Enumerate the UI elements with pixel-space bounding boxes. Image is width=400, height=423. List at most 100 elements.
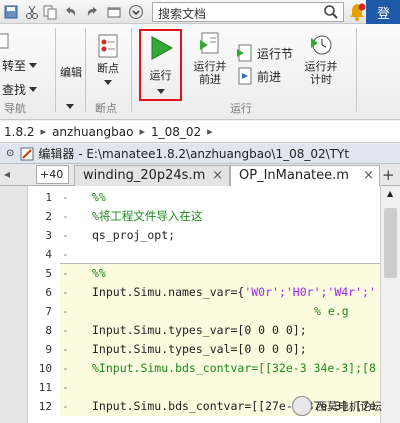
group-divider [131, 28, 132, 112]
run-time-label-line2: 计时 [310, 73, 332, 86]
breakpoint-dash[interactable]: - [62, 207, 69, 226]
breakpoints-dropdown-icon [104, 80, 112, 85]
notification-bell-icon[interactable] [348, 2, 366, 22]
breadcrumb-segment[interactable]: 1.8.2 [0, 125, 39, 139]
tab-winding[interactable]: winding_20p24s.m × [74, 165, 230, 186]
collapse-icon[interactable]: ⊙ [0, 148, 20, 159]
code-text: %% [92, 266, 106, 280]
run-and-advance-button[interactable]: 运行并 前进 [190, 32, 230, 86]
code-line[interactable]: 6- Input.Simu.names_var={'W0r';'H0r';'W4r… [28, 283, 380, 302]
run-section-label: 运行节 [257, 46, 294, 61]
find-dropdown-icon [29, 87, 38, 92]
breakpoint-dash[interactable]: - [62, 264, 69, 283]
group-divider [356, 28, 357, 112]
zoom-field[interactable]: +40 [36, 165, 69, 191]
code-text: %Input.Simu.bds_contvar=[[32e-3 34e-3];[… [92, 361, 376, 375]
editor-title: 编辑器 - E:\manatee1.8.2\anzhuangbao\1_08_0… [38, 147, 350, 161]
goto-button[interactable]: 转至 [2, 57, 38, 74]
switch-windows-icon[interactable] [106, 4, 122, 20]
code-text: Input.Simu.names_var={'W0r';'H0r';'W4r';… [92, 285, 376, 299]
editor-title-bar: ⊙ 编辑器 - E:\manatee1.8.2\anzhuangbao\1_08… [0, 144, 400, 164]
login-button[interactable]: 登录 [366, 0, 400, 41]
copy-icon[interactable] [42, 4, 58, 20]
breakpoint-dash[interactable]: - [62, 340, 69, 359]
close-icon[interactable]: × [363, 168, 374, 183]
line-number: 4 [45, 248, 52, 261]
run-and-time-icon [311, 35, 332, 55]
cut-icon[interactable] [24, 4, 40, 20]
run-button[interactable]: 运行 [139, 29, 182, 101]
breakpoint-dash[interactable]: - [62, 378, 69, 397]
search-icon[interactable] [323, 4, 339, 20]
code-text: Input.Simu.types_var=[0 0 0 0]; [92, 323, 307, 337]
breakpoint-dash[interactable]: - [62, 321, 69, 340]
new-tab-icon[interactable]: + [382, 166, 395, 184]
save-icon[interactable] [3, 4, 19, 20]
line-number-gutter [0, 186, 28, 423]
help-dropdown-icon[interactable] [128, 4, 144, 20]
code-line[interactable]: 8- Input.Simu.types_var=[0 0 0 0]; [28, 321, 380, 340]
redo-icon[interactable] [85, 4, 101, 20]
breakpoints-button[interactable]: 断点 [88, 34, 128, 88]
breakpoint-dash[interactable]: - [62, 359, 69, 378]
breakpoint-dash[interactable]: - [62, 226, 69, 245]
line-number: 9 [45, 343, 52, 356]
advance-icon [238, 67, 252, 85]
code-line[interactable]: 1-%% [28, 188, 380, 207]
code-editor[interactable]: 1-%% 2- %将工程文件导入在这 3- qs_proj_opt; 4-5-%% 6- In… [0, 186, 400, 423]
breadcrumb-segment[interactable]: anzhuangbao [48, 125, 137, 139]
line-number: 8 [45, 324, 52, 337]
code-line[interactable]: 7- % e.g [28, 302, 380, 321]
scrollbar-thumb[interactable] [384, 208, 397, 278]
breakpoint-dash[interactable]: - [62, 397, 69, 416]
run-time-label-line1: 运行并 [304, 60, 338, 73]
code-line[interactable]: 9- Input.Simu.types_val=[0 0 0 0]; [28, 340, 380, 359]
edit-button[interactable]: 编辑 [58, 66, 84, 79]
breakpoint-dash[interactable]: - [62, 302, 69, 321]
line-number: 11 [38, 381, 52, 394]
scroll-up-icon[interactable]: ▲ [387, 189, 393, 198]
editor-icon [20, 147, 34, 160]
search-docs-input[interactable]: 搜索文档 [152, 2, 344, 22]
ribbon-toolbar: 转至 查找 导航 编辑 断点 断点 运行 运行并 前进 运行节 前进 运行并 计… [0, 24, 400, 120]
breadcrumb-segment[interactable]: 1_08_02 [147, 125, 205, 139]
goto-dropdown-icon [29, 63, 38, 68]
chevron-right-icon[interactable]: ▸ [205, 125, 215, 138]
code-line[interactable]: 4- [28, 245, 380, 264]
tab-scroll-left-icon[interactable]: ◂ [4, 167, 10, 181]
group-divider [55, 28, 56, 112]
vertical-scrollbar[interactable]: ▲ [380, 186, 400, 423]
group-divider [85, 28, 86, 112]
code-line[interactable]: 11- [28, 378, 380, 397]
chevron-right-icon[interactable]: ▸ [39, 125, 49, 138]
run-section-button[interactable]: 运行节 [236, 44, 293, 62]
line-number: 10 [38, 362, 52, 375]
code-line[interactable]: 2- %将工程文件导入在这 [28, 207, 380, 226]
line-number: 12 [38, 400, 52, 413]
breakpoint-dash[interactable]: - [62, 283, 69, 302]
line-number: 3 [45, 229, 52, 242]
undo-icon[interactable] [62, 4, 78, 20]
code-line[interactable]: 3- qs_proj_opt; [28, 226, 380, 245]
tab-op-inmanatee[interactable]: OP_InManatee.m × [230, 165, 380, 187]
run-and-time-button[interactable]: 运行并 计时 [300, 32, 342, 86]
code-line[interactable]: 10- %Input.Simu.bds_contvar=[[32e-3 34e-3… [28, 359, 380, 378]
chevron-right-icon[interactable]: ▸ [137, 125, 147, 138]
close-icon[interactable]: × [212, 168, 223, 183]
zoom-value: +40 [40, 168, 64, 181]
line-number: 6 [45, 286, 52, 299]
advance-button[interactable]: 前进 [236, 67, 281, 85]
line-number: 7 [45, 305, 52, 318]
find-button[interactable]: 查找 [2, 81, 38, 98]
breakpoint-dash[interactable]: - [62, 245, 69, 264]
edit-dropdown[interactable] [66, 98, 74, 112]
goto-label: 转至 [2, 59, 27, 73]
code-line[interactable]: 5-%% [28, 264, 380, 283]
watermark-text: 西莫电机论坛 [316, 400, 382, 413]
tab-label: winding_20p24s.m [83, 168, 206, 183]
go-to-icon [0, 33, 9, 49]
breakpoint-dash[interactable]: - [62, 188, 69, 207]
run-play-icon [151, 36, 173, 60]
code-text: qs_proj_opt; [92, 228, 176, 242]
forum-logo-icon [292, 396, 312, 416]
